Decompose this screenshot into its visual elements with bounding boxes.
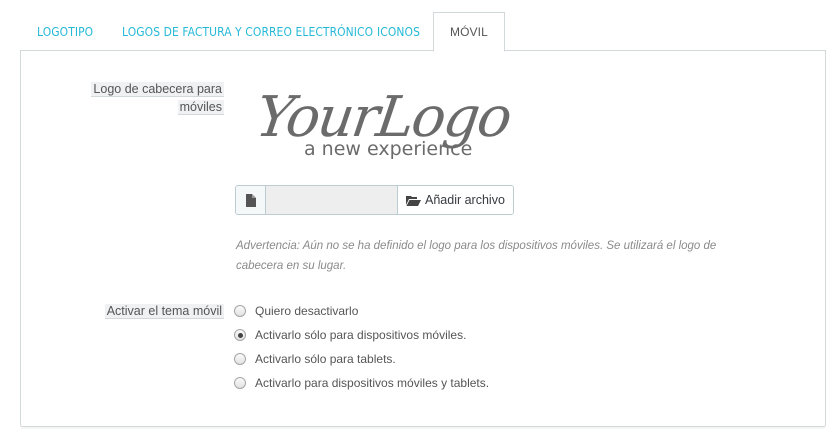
file-name-field[interactable]: [266, 186, 398, 214]
radio-button-checked[interactable]: [234, 329, 246, 341]
radio-label: Activarlo sólo para dispositivos móviles…: [255, 328, 467, 342]
tab-logotipo[interactable]: LOGOTIPO: [37, 12, 93, 51]
radio-button[interactable]: [234, 305, 246, 317]
radio-button[interactable]: [234, 377, 246, 389]
radio-button[interactable]: [234, 353, 246, 365]
header-logo-label: Logo de cabecera para móviles: [40, 80, 224, 116]
warning-line2: cabecera en su lugar.: [236, 260, 347, 272]
tab-mobile[interactable]: MÓVIL: [433, 12, 505, 52]
add-file-button[interactable]: Añadir archivo: [398, 186, 513, 214]
radio-option-mobile-and-tablets[interactable]: Activarlo para dispositivos móviles y ta…: [234, 376, 489, 390]
radio-label: Quiero desactivarlo: [255, 304, 359, 318]
warning-line1: Advertencia: Aún no se ha definido el lo…: [236, 240, 717, 252]
mobile-logo-image: YourLogo a new experience: [252, 78, 548, 168]
file-upload-group: Añadir archivo: [235, 185, 514, 215]
file-icon: [236, 186, 266, 214]
add-file-label: Añadir archivo: [425, 193, 505, 207]
tab-icons[interactable]: ICONOS: [377, 12, 420, 51]
mobile-logo-warning: Advertencia: Aún no se ha definido el lo…: [236, 236, 776, 276]
folder-open-icon: [406, 195, 421, 206]
radio-option-mobile-only[interactable]: Activarlo sólo para dispositivos móviles…: [234, 328, 466, 342]
radio-label: Activarlo para dispositivos móviles y ta…: [255, 376, 490, 390]
radio-label: Activarlo sólo para tablets.: [255, 352, 396, 366]
radio-option-disable[interactable]: Quiero desactivarlo: [234, 304, 358, 318]
tab-bar: LOGOTIPO LOGOS DE FACTURA Y CORREO ELECT…: [20, 12, 826, 52]
mobile-theme-label-text: Activar el tema móvil: [104, 304, 224, 319]
tab-invoice-email-logos[interactable]: LOGOS DE FACTURA Y CORREO ELECTRÓNICO: [122, 12, 373, 51]
radio-option-tablets-only[interactable]: Activarlo sólo para tablets.: [234, 352, 396, 366]
logo-tagline: a new experience: [304, 138, 472, 160]
mobile-theme-label: Activar el tema móvil: [40, 302, 224, 320]
header-logo-label-line2: móviles: [177, 100, 224, 115]
header-logo-label-line1: Logo de cabecera para: [91, 82, 224, 97]
